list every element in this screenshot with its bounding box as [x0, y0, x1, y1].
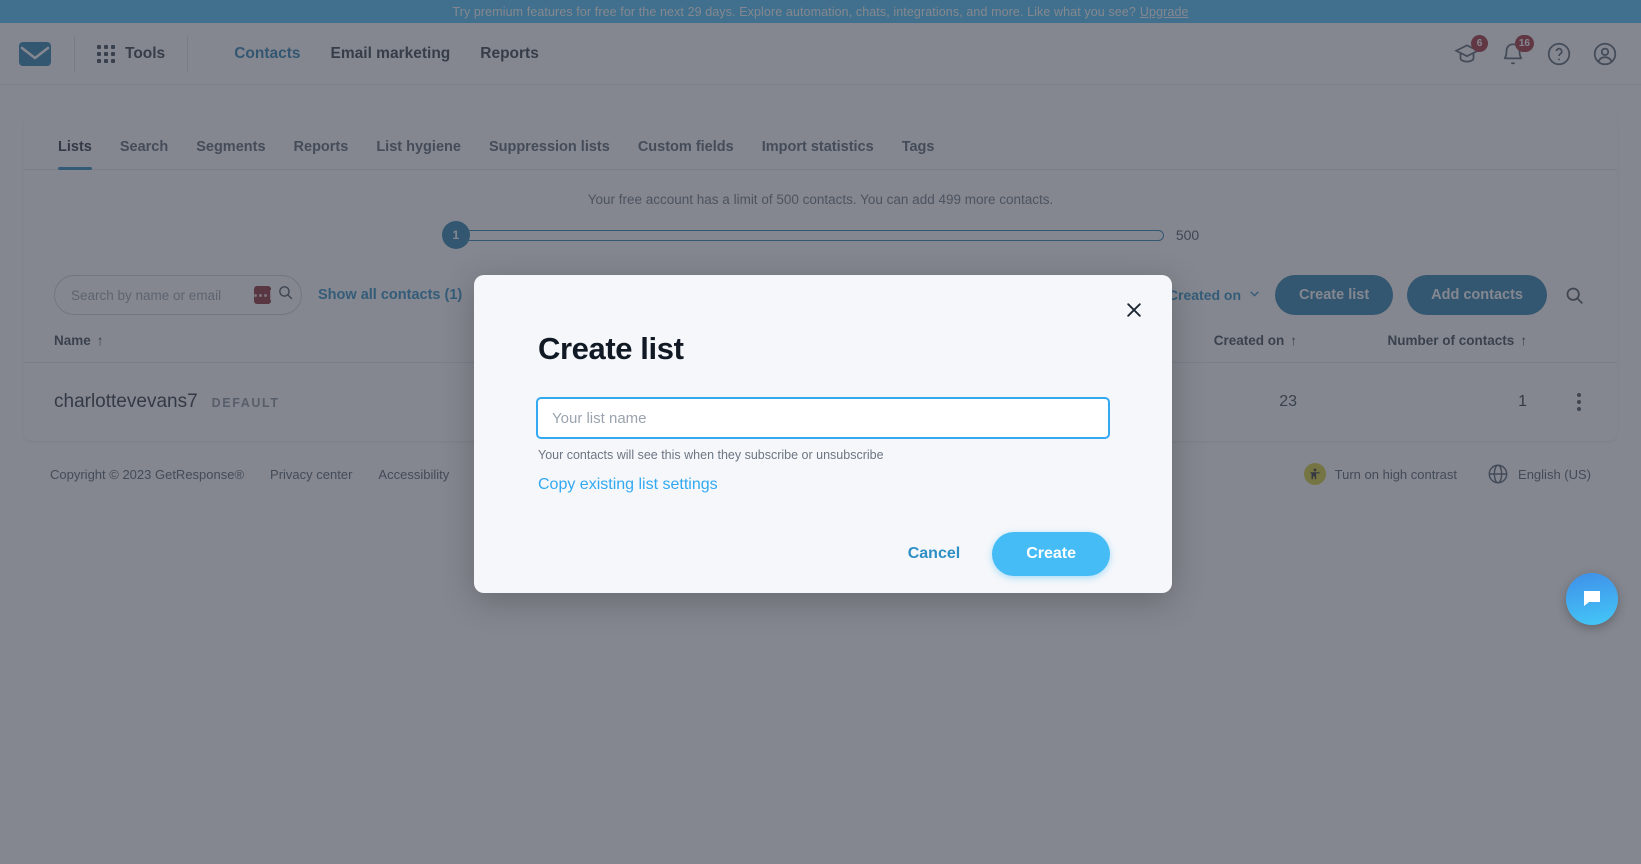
list-name-input[interactable] [536, 397, 1110, 439]
chat-bubble-icon[interactable] [1566, 573, 1618, 625]
close-icon[interactable] [1121, 297, 1147, 323]
modal-actions: Cancel Create [536, 532, 1110, 576]
modal-title: Create list [538, 331, 684, 366]
create-list-modal: Create list Your contacts will see this … [474, 275, 1172, 593]
cancel-button[interactable]: Cancel [894, 535, 974, 573]
app-root: Try premium features for free for the ne… [0, 0, 1641, 864]
modal-help-text: Your contacts will see this when they su… [538, 448, 884, 462]
create-button[interactable]: Create [992, 532, 1110, 576]
copy-existing-list-settings-link[interactable]: Copy existing list settings [538, 476, 718, 494]
